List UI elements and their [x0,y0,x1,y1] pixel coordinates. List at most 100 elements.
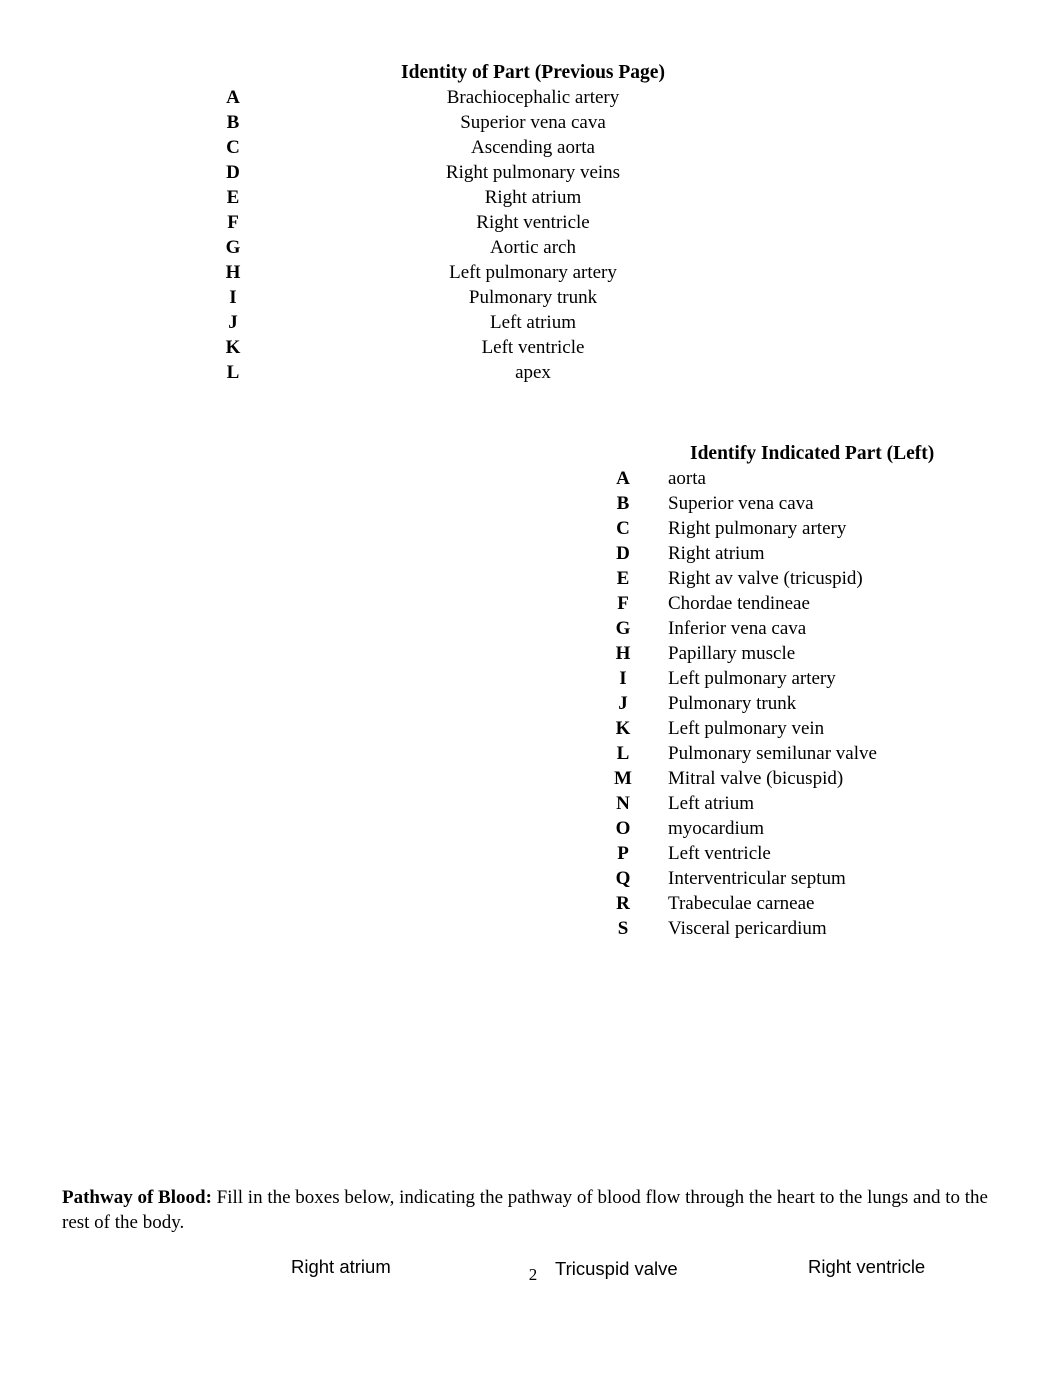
indicated-part-letter: H [615,643,631,664]
identity-row-letter: D [226,162,240,183]
indicated-part-letter: E [616,568,630,589]
identity-row-letter: L [226,362,240,383]
indicated-part-label: Chordae tendineae [668,593,810,614]
identity-row-part: Left pulmonary artery [449,262,617,283]
section-identity-of-part: Identity of Part (Previous Page) A Brachi… [0,60,1062,385]
indicated-part-label: Papillary muscle [668,643,796,664]
indicated-part-letter: R [616,893,630,914]
indicated-part-row: I Left pulmonary artery [0,666,1062,691]
indicated-part-row: C Right pulmonary artery [0,516,1062,541]
indicated-part-row: Aaorta [0,466,1062,491]
pathway-paragraph: Pathway of Blood: Fill in the boxes belo… [62,1185,996,1235]
identity-row: B Superior vena cava [0,110,1062,135]
section-identify-indicated-part: Identify Indicated Part (Left) Aaorta B Su… [0,441,1062,941]
identity-row: J Left atrium [0,310,1062,335]
identity-row-part: Superior vena cava [460,112,606,133]
identity-row-letter: C [226,137,240,158]
indicated-part-letter: A [616,468,630,489]
indicated-part-label: myocardium [668,818,765,839]
indicated-part-label: Pulmonary trunk [668,693,797,714]
indicated-part-label: Pulmonary semilunar valve [668,743,877,764]
identity-row-letter: E [226,187,240,208]
indicated-part-label: Mitral valve (bicuspid) [668,768,844,789]
identity-row-letter: I [229,287,237,308]
pathway-of-blood-block: Pathway of Blood: Fill in the boxes belo… [62,1185,996,1235]
indicated-part-label: Right pulmonary artery [668,518,847,539]
indicated-part-row: E Right av valve (tricuspid) [0,566,1062,591]
indicated-part-label: Left pulmonary artery [668,668,836,689]
indicated-part-row: N Left atrium [0,791,1062,816]
identity-row-letter: H [225,262,241,283]
indicated-part-label: aorta [668,468,706,489]
indicated-part-letter: I [619,668,627,689]
identity-row: G Aortic arch [0,235,1062,260]
identity-row: I Pulmonary trunk [0,285,1062,310]
indicated-part-label: Visceral pericardium [668,918,827,939]
identity-row: C Ascending aorta [0,135,1062,160]
identity-row: F Right ventricle [0,210,1062,235]
identity-of-part-list: A Brachiocephalic artery B Superior vena ca… [0,85,1062,385]
indicated-part-label: Interventricular septum [668,868,846,889]
identity-row-part: Right ventricle [476,212,590,233]
indicated-part-letter: K [615,718,631,739]
indicated-part-letter: B [616,493,630,514]
indicated-part-label: Superior vena cava [668,493,814,514]
indicated-part-label: Left pulmonary vein [668,718,825,739]
indicated-part-row: R Trabeculae carneae [0,891,1062,916]
indicated-part-label: Trabeculae carneae [668,893,815,914]
identity-row: K Left ventricle [0,335,1062,360]
indicated-part-row: Q Interventricular septum [0,866,1062,891]
identify-indicated-part-list: Aaorta B Superior vena cava C Right pulmonar… [0,466,1062,941]
page-number: 2 [528,1265,538,1284]
indicated-part-letter: F [617,593,629,614]
indicated-part-letter: J [618,693,628,714]
identity-row-part: Ascending aorta [471,137,595,158]
identity-row-letter: A [226,87,240,108]
indicated-part-label: Inferior vena cava [668,618,807,639]
indicated-part-letter: L [616,743,630,764]
indicated-part-letter: Q [615,868,631,889]
identity-row-part: apex [515,362,551,383]
indicated-part-row: G Inferior vena cava [0,616,1062,641]
identity-row-letter: G [225,237,241,258]
identity-row: H Left pulmonary artery [0,260,1062,285]
indicated-part-row: L Pulmonary semilunar valve [0,741,1062,766]
indicated-part-letter: G [615,618,631,639]
identity-row-part: Left ventricle [481,337,585,358]
indicated-part-row: P Left ventricle [0,841,1062,866]
identity-row-letter: J [228,312,238,333]
identity-row-part: Pulmonary trunk [468,287,598,308]
worksheet-page: Identity of Part (Previous Page) A Brachi… [0,0,1062,1376]
identity-row: Lapex [0,360,1062,385]
indicated-part-letter: C [616,518,630,539]
indicated-part-row: D Right atrium [0,541,1062,566]
indicated-part-letter: D [616,543,630,564]
identity-row-part: Right pulmonary veins [445,162,621,183]
identity-row: A Brachiocephalic artery [0,85,1062,110]
identity-row: E Right atrium [0,185,1062,210]
indicated-part-label: Left ventricle [668,843,771,864]
section-two-title: Identify Indicated Part (Left) [690,443,935,464]
identity-row-part: Aortic arch [490,237,576,258]
identity-row-part: Right atrium [484,187,582,208]
indicated-part-letter: N [616,793,630,814]
indicated-part-label: Right av valve (tricuspid) [668,568,863,589]
identity-row-letter: F [227,212,239,233]
indicated-part-row: Omyocardium [0,816,1062,841]
indicated-part-row: B Superior vena cava [0,491,1062,516]
identity-row-part: Left atrium [490,312,576,333]
indicated-part-letter: M [614,768,632,789]
indicated-part-letter: S [617,918,629,939]
indicated-part-row: J Pulmonary trunk [0,691,1062,716]
pathway-of-blood-label: Pathway of Blood: [62,1187,212,1208]
indicated-part-row: H Papillary muscle [0,641,1062,666]
section-one-title: Identity of Part (Previous Page) [401,62,665,83]
indicated-part-row: K Left pulmonary vein [0,716,1062,741]
indicated-part-label: Right atrium [668,543,765,564]
indicated-part-label: Left atrium [668,793,754,814]
identity-row-part: Brachiocephalic artery [446,87,620,108]
indicated-part-row: F Chordae tendineae [0,591,1062,616]
indicated-part-letter: O [615,818,631,839]
indicated-part-row: S Visceral pericardium [0,916,1062,941]
identity-row-letter: B [226,112,240,133]
